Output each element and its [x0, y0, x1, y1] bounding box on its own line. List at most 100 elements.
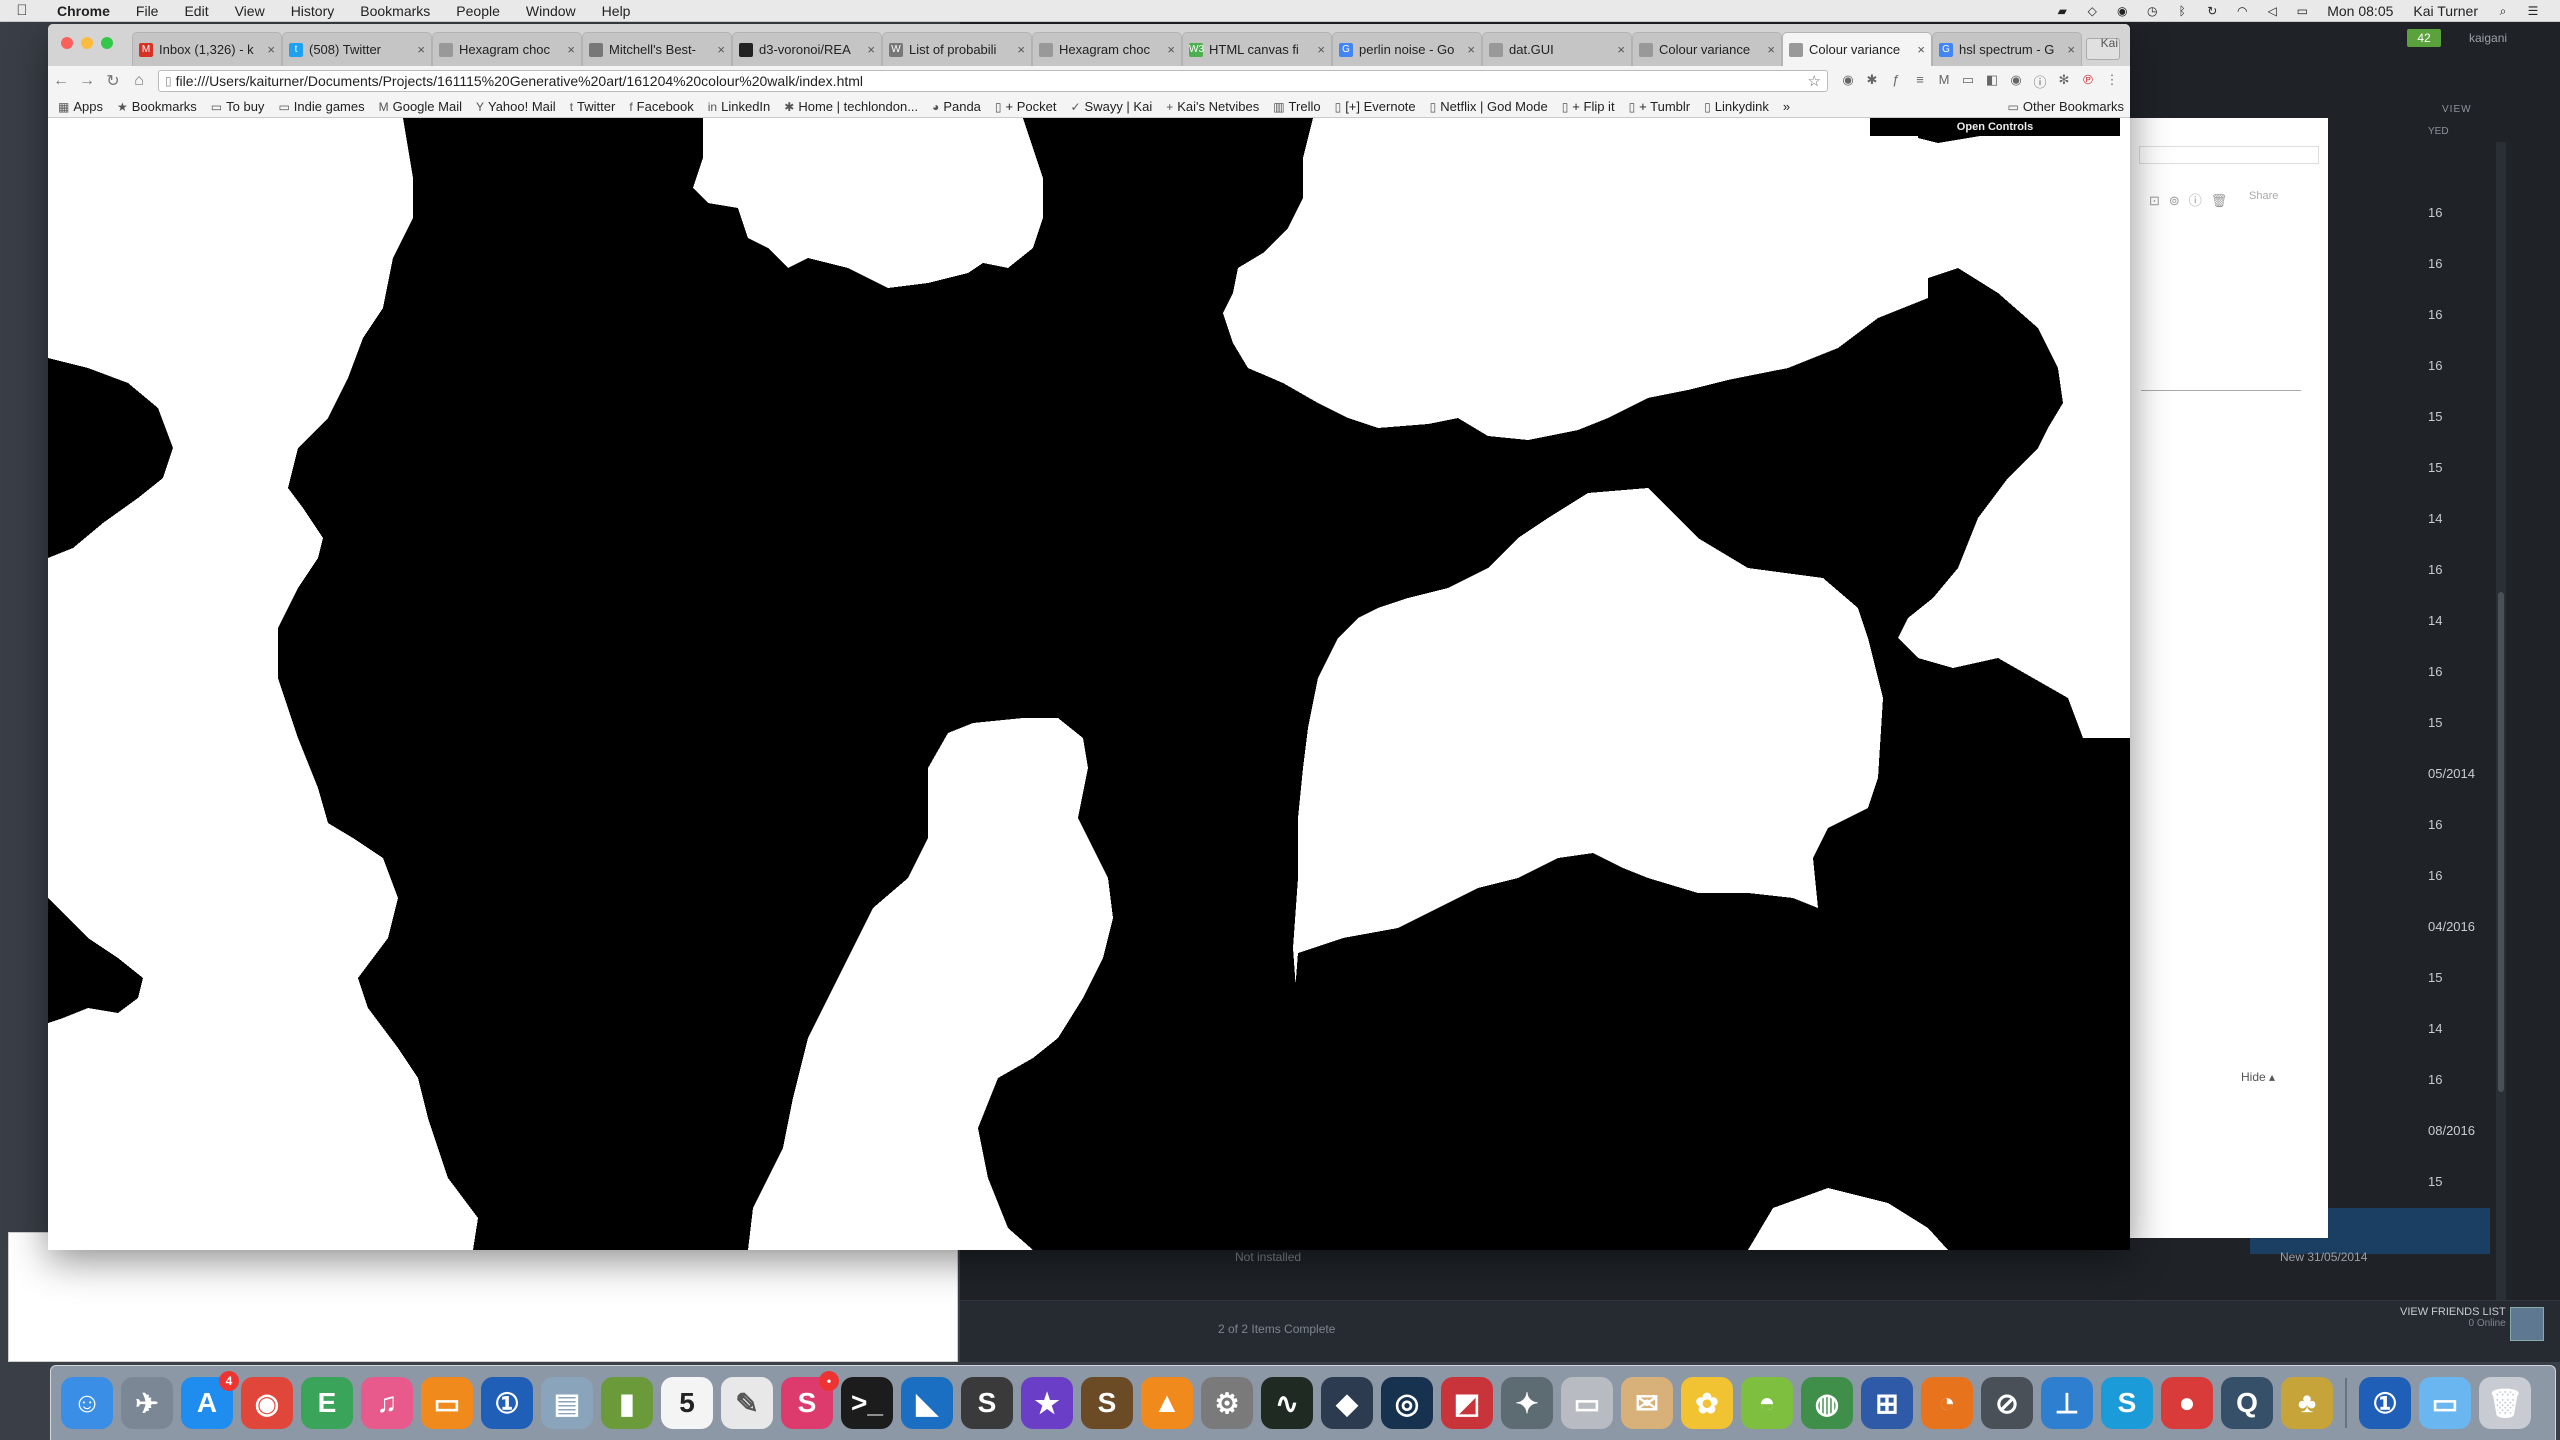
- panel-toolbar-icons[interactable]: ⊡⊚ⓘ🗑: [2149, 190, 2236, 209]
- launchpad-icon[interactable]: ✈: [121, 1377, 173, 1429]
- list-header[interactable]: YED: [2428, 126, 2560, 144]
- puzzle-extension-icon[interactable]: ✻: [2052, 72, 2076, 91]
- forward-icon[interactable]: →: [74, 72, 100, 90]
- list-item[interactable]: 14: [2428, 511, 2560, 531]
- bookmark-item[interactable]: ▥ Trello: [1273, 99, 1320, 114]
- skitch-icon[interactable]: S •: [781, 1371, 839, 1429]
- home-icon[interactable]: ⌂: [126, 72, 152, 90]
- tab-close-icon[interactable]: ×: [1467, 42, 1475, 57]
- spotlight-icon[interactable]: ⌕: [2495, 4, 2511, 18]
- bookmark-item[interactable]: ▯ [+] Evernote: [1335, 99, 1416, 114]
- tab-close-icon[interactable]: ×: [717, 42, 725, 57]
- quicktime-player-icon[interactable]: Q: [2221, 1377, 2273, 1429]
- list-item[interactable]: 16: [2428, 205, 2560, 225]
- preview-icon[interactable]: ▤: [541, 1377, 593, 1429]
- volume-icon[interactable]: ◁: [2264, 4, 2280, 18]
- tab-close-icon[interactable]: ×: [1917, 42, 1925, 57]
- notification-center-icon[interactable]: ☰: [2525, 4, 2541, 18]
- tab-1[interactable]: t (508) Twitter ×: [282, 32, 432, 66]
- list-item[interactable]: 04/2016: [2428, 919, 2560, 939]
- menu-icon[interactable]: ⋮: [2100, 72, 2124, 91]
- tab-close-icon[interactable]: ×: [867, 42, 875, 57]
- bookmark-item[interactable]: ▯ + Tumblr: [1629, 99, 1691, 114]
- list-item[interactable]: 14: [2428, 1021, 2560, 1041]
- bookmark-item[interactable]: in LinkedIn: [708, 99, 771, 114]
- list-item[interactable]: 15: [2428, 970, 2560, 990]
- list-item[interactable]: 15: [2428, 715, 2560, 735]
- tab-3[interactable]: Mitchell's Best- ×: [582, 32, 732, 66]
- back-icon[interactable]: ←: [48, 72, 74, 90]
- page-info-icon[interactable]: ▯: [165, 74, 172, 88]
- elite-icon[interactable]: ✦: [1501, 1377, 1553, 1429]
- system-prefs-icon[interactable]: ⚙: [1201, 1377, 1253, 1429]
- tab-4[interactable]: d3-voronoi/REA ×: [732, 32, 882, 66]
- apple-menu-icon[interactable]: : [0, 2, 44, 19]
- hide-button[interactable]: Hide ▴: [2241, 1070, 2275, 1084]
- tab-2[interactable]: Hexagram choc ×: [432, 32, 582, 66]
- dropbox-icon[interactable]: ◇: [2084, 4, 2100, 18]
- slack-extension-icon[interactable]: ✱: [1860, 72, 1884, 91]
- gmail-extension-icon[interactable]: M: [1932, 72, 1956, 91]
- bookmarks-overflow-icon[interactable]: »: [1783, 99, 1790, 114]
- menu-history[interactable]: History: [278, 3, 348, 19]
- avatar[interactable]: [2510, 1307, 2544, 1341]
- bookmark-item[interactable]: M Google Mail: [379, 99, 462, 114]
- skype-icon[interactable]: S: [2101, 1377, 2153, 1429]
- profile-button[interactable]: Kai: [2101, 36, 2118, 50]
- terminal-icon[interactable]: >_: [841, 1377, 893, 1429]
- quicktime-icon[interactable]: ●: [2161, 1377, 2213, 1429]
- keynote-icon[interactable]: ⊥: [2041, 1377, 2093, 1429]
- pineapple-icon[interactable]: ♣: [2281, 1377, 2333, 1429]
- archive-icon[interactable]: ▮: [601, 1377, 653, 1429]
- tab-6[interactable]: Hexagram choc ×: [1032, 32, 1182, 66]
- mail-icon[interactable]: ✉: [1621, 1377, 1673, 1429]
- list-item[interactable]: 16: [2428, 817, 2560, 837]
- sublime-icon[interactable]: S: [961, 1377, 1013, 1429]
- tab-9[interactable]: dat.GUI ×: [1482, 32, 1632, 66]
- clock[interactable]: Mon 08:05: [2317, 3, 2403, 19]
- imovie-icon[interactable]: ★: [1021, 1377, 1073, 1429]
- bookmark-item[interactable]: ◕ Panda: [932, 99, 981, 114]
- tab-close-icon[interactable]: ×: [2067, 42, 2075, 57]
- evernote-icon[interactable]: E: [301, 1377, 353, 1429]
- close-window-button[interactable]: [61, 37, 73, 49]
- tab-10[interactable]: Colour variance ×: [1632, 32, 1782, 66]
- slack-icon[interactable]: S: [1081, 1377, 1133, 1429]
- chat-icon[interactable]: ▰: [2054, 4, 2070, 18]
- onepassword-icon[interactable]: ①: [481, 1377, 533, 1429]
- bookmark-star-icon[interactable]: ☆: [1808, 72, 1821, 90]
- menu-help[interactable]: Help: [589, 3, 644, 19]
- tab-11[interactable]: Colour variance ×: [1782, 32, 1932, 66]
- bookmark-item[interactable]: ▯ Linkydink: [1704, 99, 1769, 114]
- list-item[interactable]: 05/2014: [2428, 766, 2560, 786]
- menu-app-name[interactable]: Chrome: [44, 3, 123, 19]
- menu-people[interactable]: People: [443, 3, 513, 19]
- textedit-icon[interactable]: ✎: [721, 1377, 773, 1429]
- tab-close-icon[interactable]: ×: [417, 42, 425, 57]
- other-bookmarks[interactable]: ▭ Other Bookmarks: [2008, 99, 2125, 114]
- info-extension-icon[interactable]: ⓘ: [2028, 72, 2052, 91]
- bookmark-item[interactable]: ▯ + Flip it: [1562, 99, 1615, 114]
- list-item[interactable]: 16: [2428, 307, 2560, 327]
- bookmark-item[interactable]: ✓ Swayy | Kai: [1070, 99, 1152, 114]
- tab-close-icon[interactable]: ×: [267, 42, 275, 57]
- timemachine-icon[interactable]: ◷: [2144, 4, 2160, 18]
- bookmark-item[interactable]: ★ Bookmarks: [117, 99, 197, 114]
- list-item[interactable]: 16: [2428, 1072, 2560, 1092]
- menu-bookmarks[interactable]: Bookmarks: [347, 3, 443, 19]
- firefox-icon[interactable]: ◔: [1921, 1377, 1973, 1429]
- tab-close-icon[interactable]: ×: [1767, 42, 1775, 57]
- bookmark-item[interactable]: + Kai's Netvibes: [1166, 99, 1259, 114]
- list-item[interactable]: 08/2016: [2428, 1123, 2560, 1143]
- tab-12[interactable]: Ghsl spectrum - G ×: [1932, 32, 2082, 66]
- vscode-icon[interactable]: ◣: [901, 1377, 953, 1429]
- address-bar[interactable]: ▯ file:///Users/kaiturner/Documents/Proj…: [158, 70, 1828, 92]
- tab-0[interactable]: M Inbox (1,326) - k ×: [132, 32, 282, 66]
- bookmark-item[interactable]: ✱ Home | techlondon...: [784, 99, 918, 114]
- finder-icon[interactable]: ☺: [61, 1377, 113, 1429]
- tab-7[interactable]: W3 HTML canvas fi ×: [1182, 32, 1332, 66]
- menu-window[interactable]: Window: [513, 3, 589, 19]
- app-store-icon[interactable]: A4: [181, 1371, 239, 1429]
- list-item[interactable]: 16: [2428, 868, 2560, 888]
- tab-close-icon[interactable]: ×: [1017, 42, 1025, 57]
